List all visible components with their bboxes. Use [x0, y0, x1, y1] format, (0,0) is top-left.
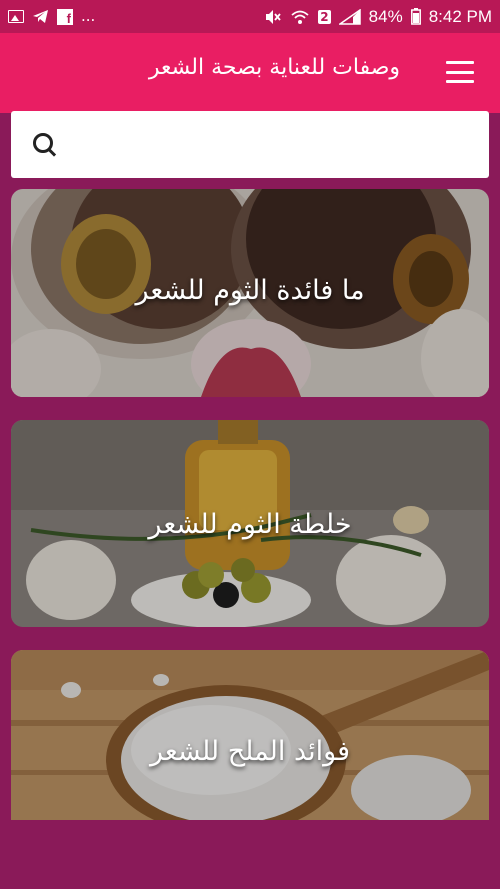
wifi-icon	[290, 9, 310, 25]
battery-level: 84%	[368, 6, 403, 26]
card-overlay	[11, 650, 489, 820]
card-title: ما فائدة الثوم للشعر	[135, 275, 365, 306]
sim-badge: 2	[318, 9, 331, 24]
status-left: f ...	[8, 7, 96, 25]
telegram-icon	[32, 9, 49, 24]
search-input[interactable]	[75, 121, 475, 168]
battery-icon	[410, 8, 421, 25]
status-bar: f ... 2 84% 8:42 PM	[0, 0, 500, 33]
app-title: وصفات للعناية بصحة الشعر	[148, 55, 400, 80]
menu-icon[interactable]	[446, 61, 474, 83]
facebook-icon: f	[57, 8, 73, 25]
more-notifications: ...	[81, 7, 96, 25]
clock: 8:42 PM	[428, 6, 492, 26]
recipe-card-garlic-benefits[interactable]: ما فائدة الثوم للشعر	[11, 189, 489, 397]
gallery-icon	[8, 10, 24, 23]
status-right: 2 84% 8:42 PM	[264, 7, 492, 27]
card-title: خلطة الثوم للشعر	[148, 509, 352, 540]
signal-icon	[338, 8, 361, 25]
mute-icon	[264, 9, 282, 25]
recipe-card-salt-benefits[interactable]: فوائد الملح للشعر	[11, 650, 489, 820]
search-bar[interactable]	[11, 111, 489, 178]
card-title: فوائد الملح للشعر	[149, 736, 351, 767]
search-icon[interactable]	[31, 131, 59, 159]
app-bar: وصفات للعناية بصحة الشعر	[0, 33, 500, 113]
recipe-card-garlic-mixture[interactable]: خلطة الثوم للشعر	[11, 420, 489, 627]
